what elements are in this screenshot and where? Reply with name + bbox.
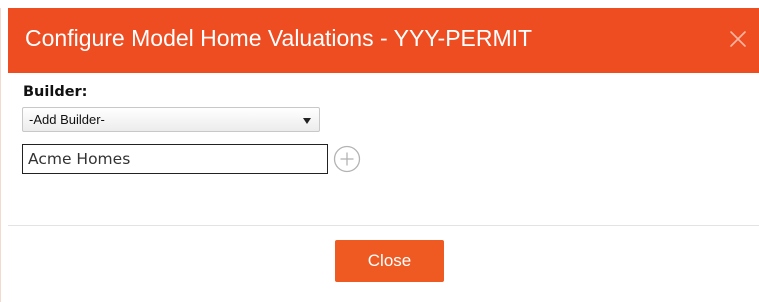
close-button[interactable]: Close bbox=[335, 240, 444, 282]
dialog-header: Configure Model Home Valuations - YYY-PE… bbox=[8, 8, 759, 73]
footer-divider bbox=[8, 225, 759, 226]
add-builder-select[interactable]: -Add Builder- bbox=[22, 107, 320, 132]
dialog-title: Configure Model Home Valuations - YYY-PE… bbox=[25, 25, 533, 51]
dialog-body: Builder: -Add Builder- bbox=[8, 73, 759, 225]
chevron-down-icon bbox=[303, 118, 311, 124]
close-icon[interactable] bbox=[725, 26, 751, 52]
plus-circle-icon[interactable] bbox=[333, 145, 361, 173]
left-edge-line bbox=[0, 8, 1, 302]
builder-name-input[interactable] bbox=[22, 144, 328, 174]
builder-label: Builder: bbox=[23, 84, 88, 100]
add-builder-select-value: -Add Builder- bbox=[29, 112, 105, 127]
configure-valuations-dialog: Configure Model Home Valuations - YYY-PE… bbox=[8, 8, 759, 302]
